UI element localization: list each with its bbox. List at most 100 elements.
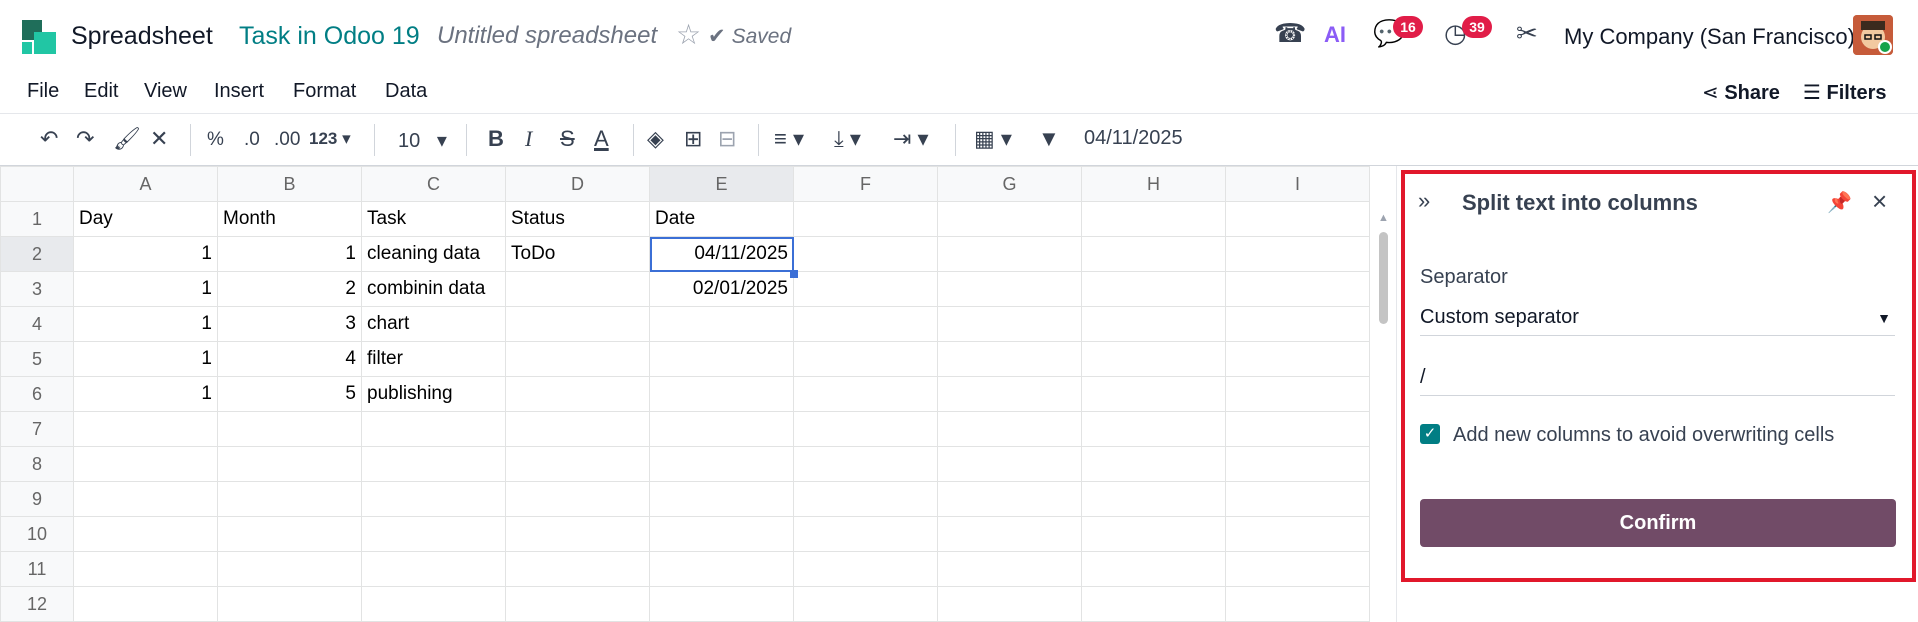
grid-cell[interactable]	[649, 481, 794, 517]
scroll-up-icon[interactable]: ▲	[1378, 212, 1389, 224]
text-color-button[interactable]: A	[594, 126, 609, 152]
app-name[interactable]: Spreadsheet	[71, 22, 213, 51]
grid-cell[interactable]	[937, 411, 1082, 447]
share-button[interactable]: ⋖ Share	[1702, 80, 1780, 105]
grid-cell[interactable]	[937, 481, 1082, 517]
grid-cell[interactable]	[649, 341, 794, 377]
grid-cell[interactable]	[1225, 411, 1370, 447]
fill-color-icon[interactable]: ◈	[647, 126, 664, 152]
grid-cell[interactable]	[793, 551, 938, 587]
grid-cell[interactable]: 1	[73, 306, 218, 342]
grid-cell[interactable]	[1225, 551, 1370, 587]
borders-icon[interactable]: ⊞	[684, 126, 702, 152]
percent-format-button[interactable]: %	[207, 129, 224, 151]
grid-cell[interactable]: combinin data	[361, 271, 506, 307]
grid-cell[interactable]	[361, 481, 506, 517]
column-header[interactable]: F	[793, 166, 938, 202]
grid-cell[interactable]	[217, 481, 362, 517]
grid-cell[interactable]	[937, 306, 1082, 342]
grid-cell[interactable]	[1225, 271, 1370, 307]
collapse-panel-icon[interactable]: »	[1418, 188, 1430, 214]
grid-cell[interactable]	[649, 376, 794, 412]
grid-cell[interactable]	[1225, 586, 1370, 622]
vertical-align-icon[interactable]: ⤓ ▾	[834, 126, 861, 152]
formula-bar[interactable]: 04/11/2025	[1084, 127, 1183, 150]
grid-cell[interactable]	[1081, 341, 1226, 377]
company-switcher[interactable]: My Company (San Francisco)	[1564, 24, 1855, 50]
grid-cell[interactable]	[217, 411, 362, 447]
grid-cell[interactable]	[217, 446, 362, 482]
separator-select[interactable]: Custom separator ▼	[1420, 302, 1895, 336]
grid-cell[interactable]	[793, 236, 938, 272]
column-header[interactable]: C	[361, 166, 506, 202]
row-header[interactable]: 5	[0, 341, 74, 377]
add-columns-label[interactable]: Add new columns to avoid overwriting cel…	[1453, 424, 1834, 447]
italic-button[interactable]: I	[525, 126, 532, 152]
row-header[interactable]: 2	[0, 236, 74, 272]
row-header[interactable]: 6	[0, 376, 74, 412]
paint-format-icon[interactable]: 🖌	[113, 126, 141, 152]
row-header[interactable]: 1	[0, 201, 74, 237]
grid-cell[interactable]	[937, 516, 1082, 552]
column-header[interactable]: B	[217, 166, 362, 202]
grid-cell[interactable]: Date	[649, 201, 794, 237]
grid-cell[interactable]	[649, 586, 794, 622]
grid-cell[interactable]: ToDo	[505, 236, 650, 272]
grid-cell[interactable]	[1225, 446, 1370, 482]
clear-format-icon[interactable]: ✕	[150, 126, 168, 152]
row-header[interactable]: 10	[0, 516, 74, 552]
grid-cell[interactable]: 4	[217, 341, 362, 377]
grid-cell[interactable]	[361, 516, 506, 552]
row-header[interactable]: 4	[0, 306, 74, 342]
grid-cell[interactable]: 5	[217, 376, 362, 412]
menu-data[interactable]: Data	[385, 80, 427, 103]
grid-cell[interactable]	[937, 236, 1082, 272]
grid-cell[interactable]	[793, 411, 938, 447]
scrollbar-thumb[interactable]	[1379, 232, 1388, 324]
text-wrap-icon[interactable]: ⇥ ▾	[893, 126, 929, 152]
row-header[interactable]: 12	[0, 586, 74, 622]
grid-cell[interactable]	[505, 271, 650, 307]
row-header[interactable]: 11	[0, 551, 74, 587]
grid-cell[interactable]	[1081, 306, 1226, 342]
confirm-button[interactable]: Confirm	[1420, 499, 1896, 547]
grid-cell[interactable]	[505, 341, 650, 377]
fill-handle[interactable]	[790, 270, 798, 278]
vertical-scrollbar[interactable]: ▲	[1376, 208, 1390, 620]
grid-cell[interactable]: 1	[73, 376, 218, 412]
grid-cell[interactable]: chart	[361, 306, 506, 342]
menu-insert[interactable]: Insert	[214, 80, 264, 103]
grid-cell[interactable]	[1081, 236, 1226, 272]
menu-edit[interactable]: Edit	[84, 80, 118, 103]
grid-cell[interactable]: filter	[361, 341, 506, 377]
decrease-decimal-button[interactable]: .0	[244, 129, 260, 151]
grid-cell[interactable]	[73, 586, 218, 622]
tools-icon[interactable]: ✂	[1516, 18, 1538, 49]
grid-cell[interactable]: 1	[73, 236, 218, 272]
menu-view[interactable]: View	[144, 80, 187, 103]
grid-cell[interactable]	[793, 446, 938, 482]
grid-cell[interactable]	[793, 586, 938, 622]
pin-icon[interactable]: 📌	[1827, 190, 1852, 215]
grid-cell[interactable]	[1081, 271, 1226, 307]
grid-cell[interactable]	[217, 551, 362, 587]
breadcrumb-link[interactable]: Task in Odoo 19	[239, 22, 420, 51]
column-header[interactable]: G	[937, 166, 1082, 202]
grid-cell[interactable]	[793, 201, 938, 237]
grid-cell[interactable]	[1225, 376, 1370, 412]
grid-cell[interactable]	[505, 376, 650, 412]
grid-cell[interactable]: 1	[73, 271, 218, 307]
more-formats-button[interactable]: 123 ▾	[309, 129, 351, 149]
grid-cell[interactable]	[73, 446, 218, 482]
filter-icon[interactable]: ▼	[1038, 126, 1060, 152]
grid-cell[interactable]	[793, 481, 938, 517]
grid-cell[interactable]	[1081, 376, 1226, 412]
grid-cell[interactable]	[649, 551, 794, 587]
grid-cell[interactable]	[1081, 551, 1226, 587]
grid-cell[interactable]	[1081, 516, 1226, 552]
bold-button[interactable]: B	[488, 126, 504, 152]
grid-cell[interactable]: Day	[73, 201, 218, 237]
grid-cell[interactable]	[217, 516, 362, 552]
custom-separator-input[interactable]: /	[1420, 362, 1895, 396]
grid-cell[interactable]	[505, 516, 650, 552]
